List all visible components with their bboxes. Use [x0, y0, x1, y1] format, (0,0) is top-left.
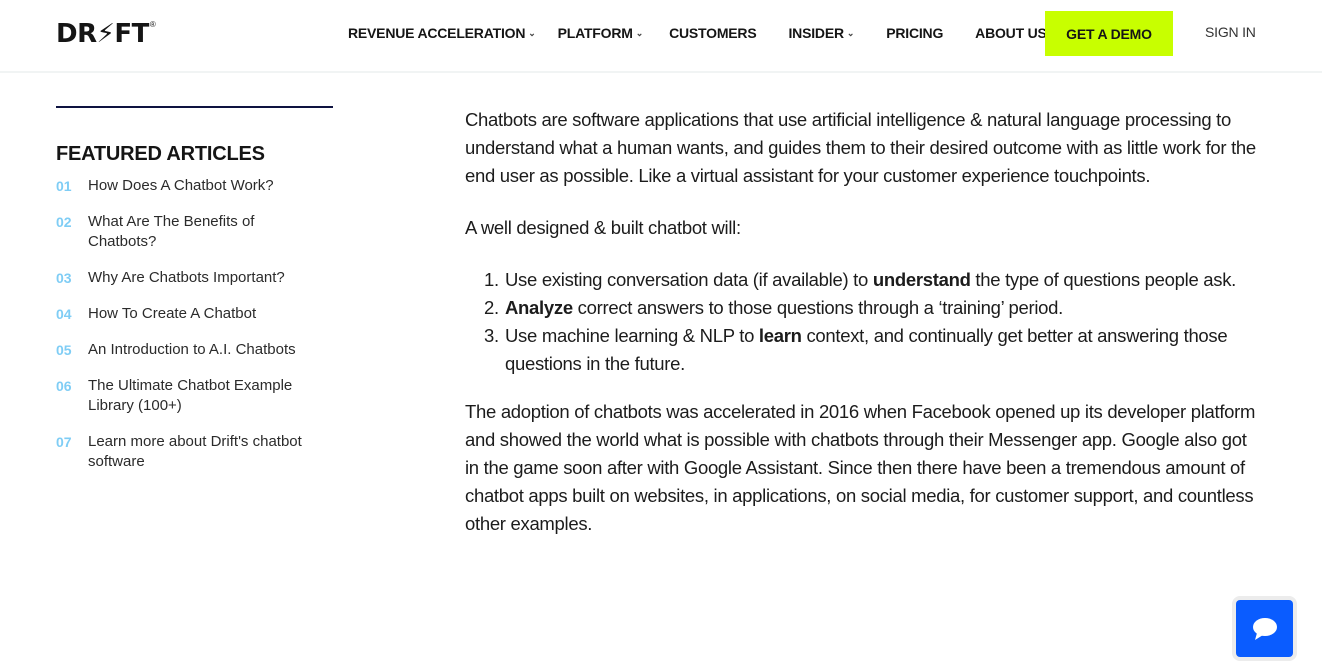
- list-item: 1. Use existing conversation data (if av…: [484, 266, 1265, 294]
- text-segment: Use existing conversation data (if avail…: [505, 269, 873, 290]
- sidebar-title: FEATURED ARTICLES: [56, 143, 265, 165]
- article-list: 01 How Does A Chatbot Work? 02 What Are …: [56, 176, 333, 472]
- logo-wordmark: DR⚡FT: [56, 19, 149, 49]
- article-link[interactable]: 05 An Introduction to A.I. Chatbots: [56, 340, 333, 360]
- list-item: 2. Analyze correct answers to those ques…: [484, 294, 1265, 322]
- article-body: Chatbots are software applications that …: [465, 106, 1265, 538]
- text-segment: the type of questions people ask.: [970, 269, 1237, 290]
- text-segment: correct answers to those questions throu…: [572, 297, 1064, 318]
- chevron-down-icon: ⌄: [528, 27, 536, 38]
- article-link[interactable]: 04 How To Create A Chatbot: [56, 304, 333, 324]
- article-title: What Are The Benefits of Chatbots?: [88, 213, 255, 250]
- article-number: 01: [56, 178, 72, 194]
- text-segment: Use machine learning & NLP to: [505, 325, 759, 346]
- article-title: Why Are Chatbots Important?: [88, 269, 285, 286]
- article-number: 05: [56, 342, 72, 358]
- lead-paragraph: A well designed & built chatbot will:: [465, 217, 741, 238]
- nav-insider[interactable]: INSIDER ⌄: [788, 25, 854, 41]
- article-title: The Ultimate Chatbot Example Library (10…: [88, 377, 293, 414]
- article-link[interactable]: 02 What Are The Benefits of Chatbots?: [56, 212, 333, 252]
- article-number: 02: [56, 214, 72, 230]
- article-title: Learn more about Drift's chatbot softwar…: [88, 433, 302, 470]
- article-link[interactable]: 01 How Does A Chatbot Work?: [56, 176, 333, 196]
- site-header: DR⚡FT ® REVENUE ACCELERATION ⌄ PLATFORM …: [0, 0, 1322, 73]
- article-number: 03: [56, 270, 72, 286]
- nav-platform[interactable]: PLATFORM ⌄: [557, 25, 644, 41]
- bold-term: learn: [758, 325, 802, 346]
- article-number: 04: [56, 306, 72, 322]
- article-link[interactable]: 03 Why Are Chatbots Important?: [56, 268, 333, 288]
- sidebar-divider: [56, 106, 333, 108]
- article-number: 06: [56, 378, 72, 394]
- article-link[interactable]: 07 Learn more about Drift's chatbot soft…: [56, 432, 333, 472]
- nav-label: PLATFORM: [557, 25, 633, 41]
- nav-customers[interactable]: CUSTOMERS: [669, 25, 757, 41]
- bold-term: Analyze: [505, 297, 573, 318]
- drift-logo[interactable]: DR⚡FT ®: [56, 20, 156, 48]
- chatbot-capabilities-list: 1. Use existing conversation data (if av…: [484, 266, 1265, 378]
- list-text: Use machine learning & NLP to learn cont…: [505, 322, 1265, 378]
- article-title: An Introduction to A.I. Chatbots: [88, 341, 296, 358]
- article-title: How Does A Chatbot Work?: [88, 177, 274, 194]
- sign-in-link[interactable]: SIGN IN: [1205, 24, 1256, 40]
- main-nav: REVENUE ACCELERATION ⌄ PLATFORM ⌄ CUSTOM…: [348, 0, 1079, 66]
- closing-paragraph: The adoption of chatbots was accelerated…: [465, 401, 1256, 534]
- chat-widget-button[interactable]: [1236, 600, 1293, 657]
- intro-paragraph: Chatbots are software applications that …: [465, 109, 1256, 186]
- nav-label: PRICING: [886, 25, 944, 41]
- get-a-demo-button[interactable]: GET A DEMO: [1045, 11, 1173, 56]
- article-number: 07: [56, 434, 72, 450]
- nav-label: CUSTOMERS: [669, 25, 757, 41]
- list-number: 2.: [484, 297, 499, 318]
- nav-label: INSIDER: [788, 25, 844, 41]
- nav-revenue-acceleration[interactable]: REVENUE ACCELERATION ⌄: [348, 25, 536, 41]
- nav-label: ABOUT US: [975, 25, 1047, 41]
- list-text: Analyze correct answers to those questio…: [505, 294, 1063, 322]
- bold-term: understand: [872, 269, 971, 290]
- chat-bubble-icon: [1252, 617, 1277, 640]
- list-number: 1.: [484, 269, 499, 290]
- chevron-down-icon: ⌄: [846, 27, 855, 38]
- nav-label: REVENUE ACCELERATION: [348, 25, 526, 41]
- list-number: 3.: [484, 325, 499, 346]
- featured-articles-sidebar: FEATURED ARTICLES 01 How Does A Chatbot …: [56, 106, 333, 488]
- article-link[interactable]: 06 The Ultimate Chatbot Example Library …: [56, 376, 333, 416]
- list-text: Use existing conversation data (if avail…: [505, 266, 1236, 294]
- article-title: How To Create A Chatbot: [88, 305, 257, 322]
- chevron-down-icon: ⌄: [635, 27, 644, 38]
- nav-pricing[interactable]: PRICING: [886, 25, 943, 41]
- registered-mark: ®: [149, 20, 156, 29]
- list-item: 3. Use machine learning & NLP to learn c…: [484, 322, 1265, 378]
